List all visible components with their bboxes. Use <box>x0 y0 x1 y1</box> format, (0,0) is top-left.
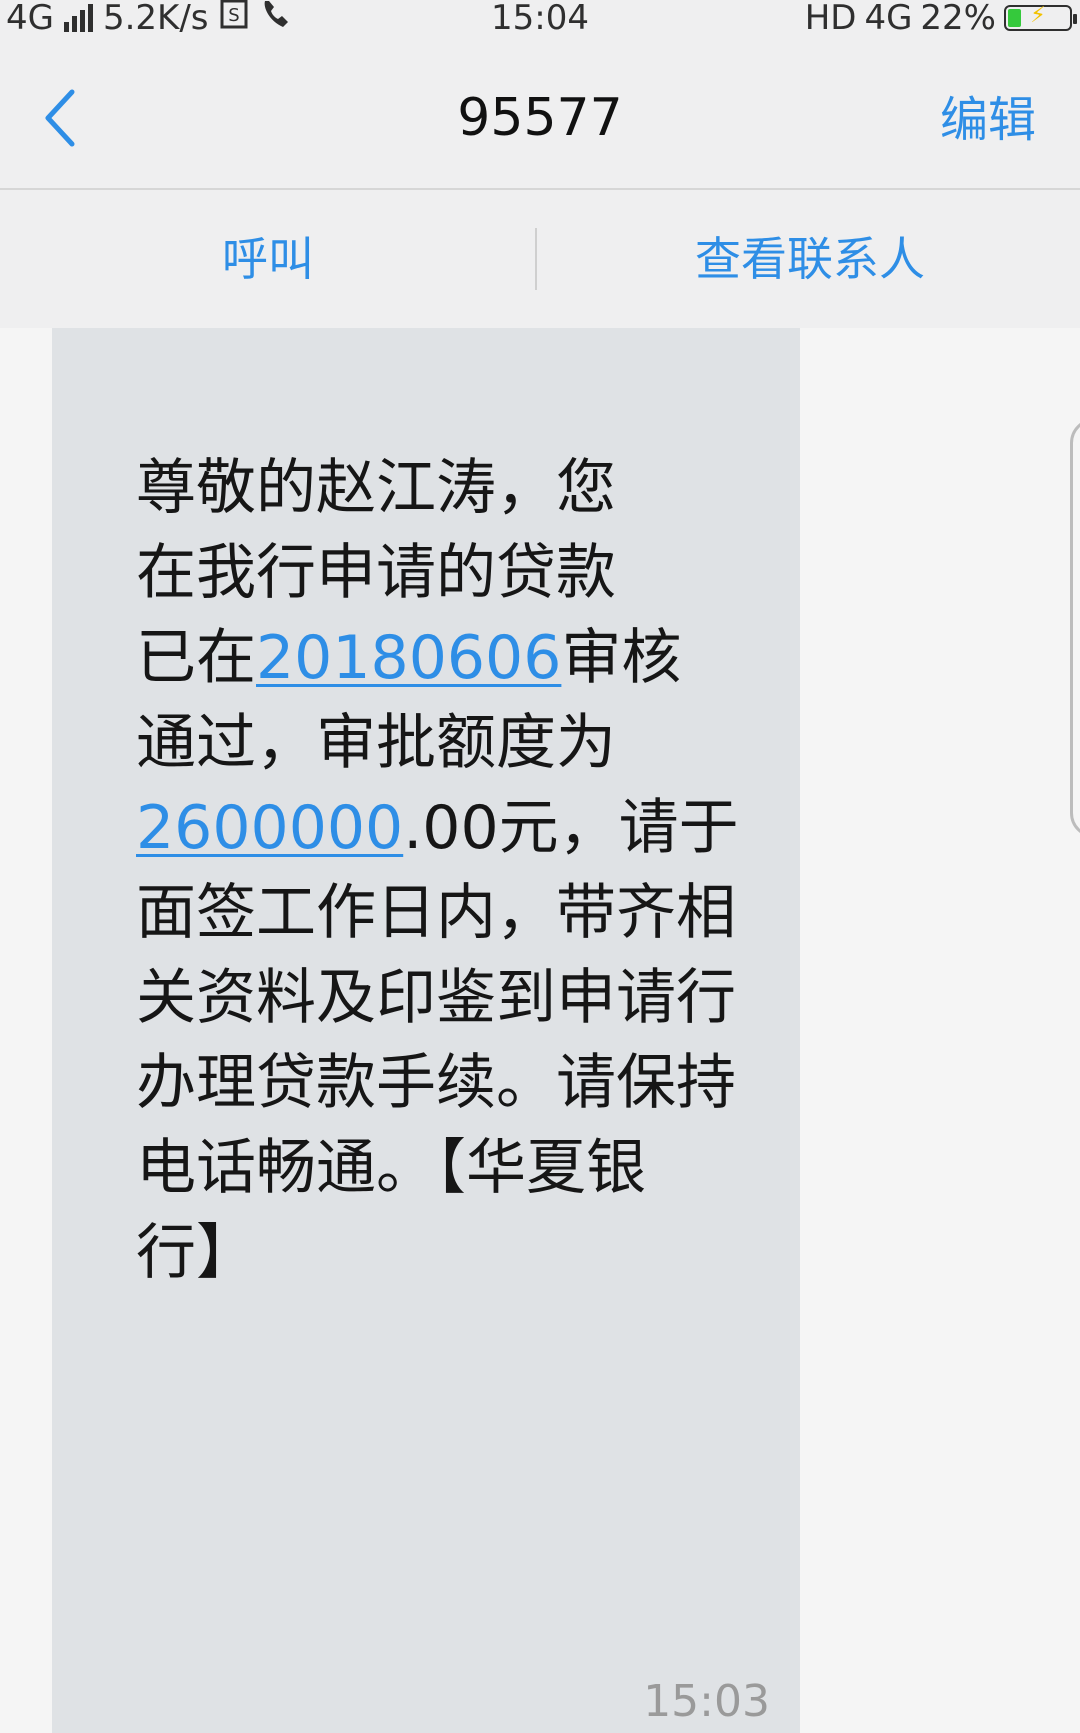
message-text-part3: .00元，请于 面签工作日内，带齐相 关资料及印鉴到申请行 办理贷款手续。请保持… <box>136 793 739 1288</box>
message-list[interactable]: 尊敬的赵江涛，您 在我行申请的贷款 已在20180606审核 通过，审批额度为 … <box>0 328 1080 1733</box>
network-right-label: 4G <box>864 0 913 38</box>
call-button[interactable]: 呼叫 <box>0 190 536 328</box>
message-text: 尊敬的赵江涛，您 在我行申请的贷款 已在20180606审核 通过，审批额度为 … <box>136 446 796 1296</box>
message-bubble[interactable]: 尊敬的赵江涛，您 在我行申请的贷款 已在20180606审核 通过，审批额度为 … <box>52 328 800 1733</box>
view-contact-button[interactable]: 查看联系人 <box>540 190 1080 328</box>
battery-percent: 22% <box>920 0 996 38</box>
hd-label: HD <box>804 0 857 38</box>
edge-handle[interactable] <box>1070 418 1080 838</box>
divider <box>535 228 537 290</box>
amount-link[interactable]: 2600000 <box>136 793 403 863</box>
message-timestamp: 15:03 <box>643 1676 770 1727</box>
charging-icon: ⚡ <box>1030 3 1046 28</box>
status-right: HD 4G 22% ⚡ <box>804 0 1077 38</box>
date-link[interactable]: 20180606 <box>256 623 561 693</box>
action-bar: 呼叫 查看联系人 <box>0 190 1080 328</box>
contact-title: 95577 <box>457 88 623 148</box>
battery-icon: ⚡ <box>1004 3 1077 31</box>
edit-button[interactable]: 编辑 <box>940 90 1036 150</box>
status-bar: 4G 5.2K/s S 15:04 HD 4G 22% ⚡ <box>0 0 1080 40</box>
nav-bar: 95577 编辑 <box>0 40 1080 190</box>
